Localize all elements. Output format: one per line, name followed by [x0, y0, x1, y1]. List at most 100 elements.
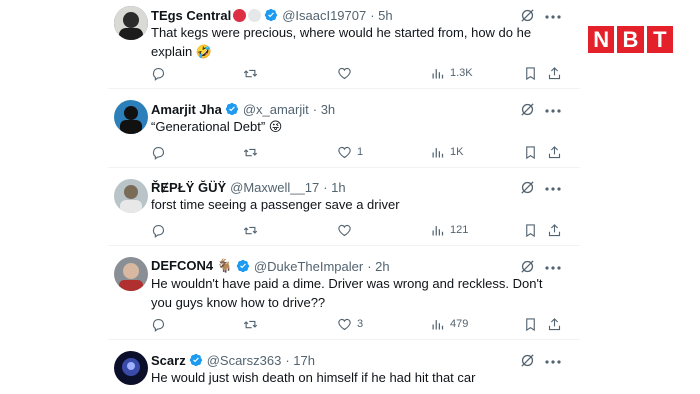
share-icon — [548, 223, 561, 236]
more-options-icon[interactable] — [544, 261, 562, 275]
display-name[interactable]: Amarjit Jha — [151, 102, 222, 117]
bookmark-button[interactable] — [523, 315, 538, 333]
bookmark-icon — [526, 223, 535, 237]
views-count: 479 — [450, 318, 469, 330]
repost-icon — [243, 320, 258, 328]
tweet[interactable]: Amarjit Jha @x_amarjit · 3h “Generationa… — [108, 99, 580, 169]
bookmark-icon — [526, 145, 535, 159]
grok-icon[interactable] — [519, 7, 536, 24]
share-button[interactable] — [547, 64, 562, 82]
handle[interactable]: @Maxwell__17 — [230, 180, 319, 195]
display-name[interactable]: ŘɆPŁŸ ĞÜŸ — [151, 180, 226, 195]
tweet-text: “Generational Debt” 😜 — [151, 119, 283, 134]
handle[interactable]: @x_amarjit — [243, 102, 309, 117]
timestamp[interactable]: · 5h — [370, 8, 392, 23]
share-icon — [548, 317, 561, 330]
tweet-text: He would just wish death on himself if h… — [151, 370, 476, 385]
tweet[interactable]: ŘɆPŁŸ ĞÜŸ @Maxwell__17 · 1h forst time s… — [108, 177, 580, 247]
share-button[interactable] — [547, 221, 562, 239]
handle[interactable]: @DukeTheImpaler — [254, 259, 363, 274]
tweet[interactable]: DEFCON4 🐐 @DukeTheImpaler · 2h He wouldn… — [108, 256, 580, 336]
reply-button[interactable] — [151, 221, 171, 239]
avatar[interactable] — [114, 6, 148, 40]
bookmark-icon — [526, 317, 535, 331]
handle[interactable]: @Scarsz363 — [207, 353, 282, 368]
action-bar: 1.3K — [151, 64, 563, 82]
repost-icon — [243, 148, 258, 156]
grok-icon[interactable] — [519, 352, 536, 369]
display-name[interactable]: Scarz — [151, 353, 186, 368]
timestamp[interactable]: · 1h — [323, 180, 345, 195]
like-button[interactable] — [337, 221, 357, 239]
more-options-icon[interactable] — [544, 10, 562, 24]
heart-icon — [338, 146, 351, 158]
tweet-text: That kegs were precious, where would he … — [151, 25, 532, 59]
avatar[interactable] — [114, 257, 148, 291]
views-button[interactable]: 479 — [430, 315, 468, 333]
repost-icon — [243, 226, 258, 234]
like-button[interactable]: 1 — [337, 143, 363, 161]
bookmark-button[interactable] — [523, 221, 538, 239]
like-count: 1 — [357, 146, 364, 158]
display-name[interactable]: DEFCON4 🐐 — [151, 258, 233, 274]
tweet-header: TEgs Central @IsaacI19707 · 5h — [151, 5, 393, 25]
repost-button[interactable] — [243, 64, 263, 82]
logo-letter-b: B — [617, 26, 644, 53]
bookmark-button[interactable] — [523, 64, 538, 82]
logo-letter-n: N — [588, 26, 615, 53]
tweet-header: Scarz @Scarsz363 · 17h — [151, 350, 315, 370]
repost-button[interactable] — [243, 315, 263, 333]
divider — [108, 245, 580, 246]
share-icon — [548, 66, 561, 79]
logo-letter-t: T — [646, 26, 673, 53]
grok-icon[interactable] — [519, 101, 536, 118]
repost-button[interactable] — [243, 143, 263, 161]
views-button[interactable]: 121 — [430, 221, 468, 239]
more-options-icon[interactable] — [544, 104, 562, 118]
like-count: 3 — [357, 318, 364, 330]
red-circle-icon — [233, 8, 247, 22]
reply-button[interactable] — [151, 64, 171, 82]
action-bar: 121 — [151, 221, 563, 239]
divider — [108, 167, 580, 168]
grok-icon[interactable] — [519, 179, 536, 196]
verified-badge-icon — [225, 102, 238, 116]
heart-icon — [338, 224, 351, 236]
timestamp[interactable]: · 17h — [285, 353, 315, 368]
avatar[interactable] — [114, 100, 148, 134]
reply-icon — [152, 224, 165, 238]
reply-icon — [152, 318, 165, 332]
views-icon — [432, 147, 444, 157]
verified-badge-icon — [265, 8, 278, 22]
reply-button[interactable] — [151, 143, 171, 161]
tweet-header: Amarjit Jha @x_amarjit · 3h — [151, 99, 335, 119]
more-options-icon[interactable] — [544, 355, 562, 369]
views-icon — [432, 68, 444, 78]
views-button[interactable]: 1.3K — [430, 64, 473, 82]
divider — [108, 339, 580, 340]
handle[interactable]: @IsaacI19707 — [282, 8, 366, 23]
like-button[interactable]: 3 — [337, 315, 363, 333]
bookmark-button[interactable] — [523, 143, 538, 161]
share-button[interactable] — [547, 143, 562, 161]
tweet[interactable]: Scarz @Scarsz363 · 17h He would just wis… — [108, 350, 580, 394]
repost-button[interactable] — [243, 221, 263, 239]
timestamp[interactable]: · 3h — [313, 102, 335, 117]
repost-icon — [243, 69, 258, 77]
more-options-icon[interactable] — [544, 182, 562, 196]
like-button[interactable] — [337, 64, 357, 82]
grok-icon[interactable] — [519, 258, 536, 275]
display-name[interactable]: TEgs Central — [151, 8, 231, 23]
reply-button[interactable] — [151, 315, 171, 333]
avatar[interactable] — [114, 351, 148, 385]
share-icon — [548, 145, 561, 158]
views-button[interactable]: 1K — [430, 143, 463, 161]
timestamp[interactable]: · 2h — [367, 259, 389, 274]
views-count: 1.3K — [450, 67, 473, 79]
tweet-header: DEFCON4 🐐 @DukeTheImpaler · 2h — [151, 256, 390, 276]
nbt-logo: N B T — [588, 26, 676, 53]
share-button[interactable] — [547, 315, 562, 333]
tweet[interactable]: TEgs Central @IsaacI19707 · 5h That kegs… — [108, 5, 580, 85]
tweet-text: forst time seeing a passenger save a dri… — [151, 197, 400, 212]
avatar[interactable] — [114, 179, 148, 213]
